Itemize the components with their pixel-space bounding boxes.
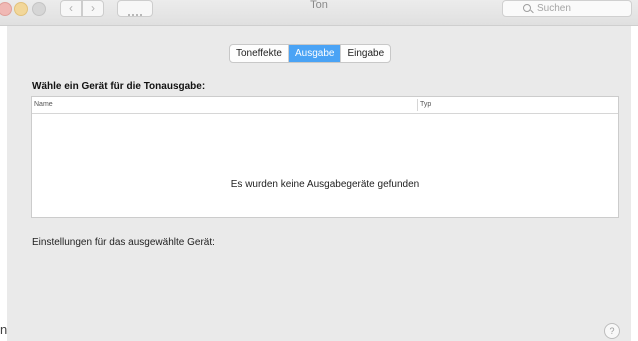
tab-toneffekte[interactable]: Toneffekte xyxy=(230,45,289,62)
output-device-table[interactable]: Name Typ Es wurden keine Ausgabegeräte g… xyxy=(31,96,619,218)
edge-text-fragment: n xyxy=(0,322,8,337)
column-header-name[interactable]: Name xyxy=(34,97,53,113)
help-icon: ? xyxy=(609,326,615,336)
empty-state-message: Es wurden keine Ausgabegeräte gefunden xyxy=(230,179,420,190)
preferences-pane: Toneffekte Ausgabe Eingabe Wähle ein Ger… xyxy=(7,26,631,341)
tab-bar: Toneffekte Ausgabe Eingabe xyxy=(229,44,392,63)
tab-ausgabe[interactable]: Ausgabe xyxy=(288,45,342,62)
column-header-type[interactable]: Typ xyxy=(420,97,431,113)
output-heading: Wähle ein Gerät für die Tonausgabe: xyxy=(32,81,206,92)
title-bar: ‹ › Ton Suchen xyxy=(0,0,638,26)
sound-preferences-window: ‹ › Ton Suchen Toneffekte Ausgabe Eingab… xyxy=(0,0,638,341)
help-button[interactable]: ? xyxy=(604,323,620,339)
device-settings-label: Einstellungen für das ausgewählte Gerät: xyxy=(32,237,215,248)
tab-eingabe[interactable]: Eingabe xyxy=(341,45,390,62)
column-divider xyxy=(417,99,418,111)
table-header: Name Typ xyxy=(32,97,618,114)
search-input[interactable]: Suchen xyxy=(502,0,632,17)
search-icon xyxy=(523,4,531,12)
search-placeholder: Suchen xyxy=(537,3,571,14)
